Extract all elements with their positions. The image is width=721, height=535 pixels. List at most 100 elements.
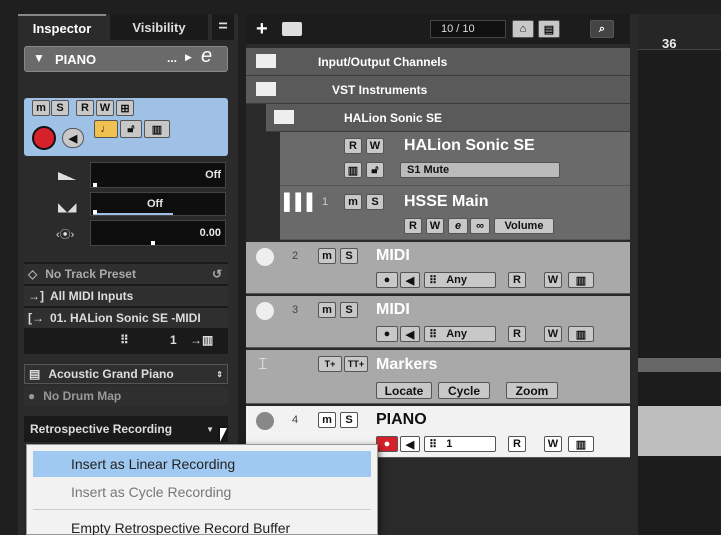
midi-output-row[interactable]: [→ 01. HALion Sonic SE -MIDI (24, 308, 228, 328)
tab-visibility[interactable]: Visibility (110, 14, 208, 40)
midi-channel-row[interactable]: ⠿ 1 →▥ (24, 330, 228, 350)
menu-insert-linear[interactable]: Insert as Linear Recording (33, 451, 371, 477)
ruler[interactable] (638, 14, 721, 50)
retrospective-menu: Insert as Linear Recording Insert as Cyc… (26, 444, 378, 535)
volume-value: Off (205, 169, 221, 181)
track-markers[interactable]: ⌶ T+ TT+ Markers Locate Cycle Zoom (246, 350, 630, 404)
piano-write-button[interactable]: W (544, 436, 562, 452)
hsse-link-icon[interactable]: ∞ (470, 218, 490, 234)
lock-icon[interactable]: 🔓︎ (120, 120, 142, 138)
mute-button[interactable]: m (32, 100, 50, 116)
reset-icon[interactable]: ↺ (212, 267, 222, 281)
midi3-mute-button[interactable]: m (318, 302, 336, 318)
midi2-number: 2 (292, 250, 299, 262)
track-halion-instrument[interactable]: R W HALion Sonic SE ▥ 🔓︎ S1 Mute (280, 132, 630, 186)
midi2-read-button[interactable]: R (508, 272, 526, 288)
midi2-solo-button[interactable]: S (340, 248, 358, 264)
halion-lock-button[interactable]: 🔓︎ (366, 162, 384, 178)
list-icon[interactable]: ▤ (538, 20, 560, 38)
piano-read-button[interactable]: R (508, 436, 526, 452)
inspector-track-header[interactable]: ▼ PIANO ... ▶ e (24, 45, 228, 72)
event-display[interactable]: 36 (638, 14, 721, 535)
piano-lanes-button[interactable]: ▥ (568, 436, 594, 452)
midi-port-icon (256, 248, 274, 266)
piano-solo-button[interactable]: S (340, 412, 358, 428)
piano-channel-field[interactable]: ⠿ 1 (424, 436, 496, 452)
channel-grid-icon: ⠿ (120, 333, 129, 347)
folder-io-channels[interactable]: Input/Output Channels (246, 48, 630, 76)
delay-icon: ‹⦿› (56, 229, 75, 241)
piano-mute-button[interactable]: m (318, 412, 336, 428)
retrospective-recording-dropdown[interactable]: Retrospective Recording ▼ (24, 416, 228, 442)
edit-instrument-icon[interactable]: e (201, 45, 212, 68)
piano-monitor-button[interactable]: ◀ (400, 436, 420, 452)
track-preset-row[interactable]: ◇ No Track Preset ↺ (24, 264, 228, 284)
monitor-speaker-icon[interactable]: ◀ (62, 128, 84, 148)
tab-inspector[interactable]: Inspector (18, 14, 106, 40)
midi2-lanes-button[interactable]: ▥ (568, 272, 594, 288)
add-track-icon[interactable]: + (256, 18, 268, 41)
midi-input: All MIDI Inputs (50, 289, 134, 303)
lanes-icon[interactable]: ▥ (144, 120, 170, 138)
midi3-record-button[interactable]: ● (376, 326, 398, 342)
midi3-channel-field[interactable]: ⠿ Any (424, 326, 496, 342)
midi2-channel-field[interactable]: ⠿ Any (424, 272, 496, 288)
zoom-button[interactable]: Zoom (506, 382, 558, 399)
midi3-write-button[interactable]: W (544, 326, 562, 342)
edit-channel-icon[interactable]: →▥ (190, 333, 213, 347)
folder-halion[interactable]: HALion Sonic SE (266, 104, 630, 132)
halion-write-button[interactable]: W (366, 138, 384, 154)
add-folder-icon[interactable] (282, 22, 302, 36)
add-marker-button[interactable]: T+ (318, 356, 342, 372)
midi2-record-button[interactable]: ● (376, 272, 398, 288)
cycle-button[interactable]: Cycle (438, 382, 490, 399)
hsse-solo-button[interactable]: S (366, 194, 384, 210)
midi3-monitor-button[interactable]: ◀ (400, 326, 420, 342)
midi-input-row[interactable]: →] All MIDI Inputs (24, 286, 228, 306)
halion-read-button[interactable]: R (344, 138, 362, 154)
track-hsse-main[interactable]: ▌▌▌ 1 m S HSSE Main R W e ∞ Volume (280, 186, 630, 240)
track-counter: 10 / 10 (430, 20, 506, 38)
midi-port-icon-2 (256, 302, 274, 320)
halion-mute-field[interactable]: S1 Mute (400, 162, 560, 178)
hsse-mute-button[interactable]: m (344, 194, 362, 210)
hsse-edit-icon[interactable]: e (448, 218, 468, 234)
folder-vst-instruments[interactable]: VST Instruments (246, 76, 630, 104)
menu-insert-cycle[interactable]: Insert as Cycle Recording (33, 479, 371, 505)
midi2-write-button[interactable]: W (544, 272, 562, 288)
inspector-menu-icon[interactable]: = (212, 14, 234, 40)
program-stepper[interactable]: ⇕ (216, 370, 223, 379)
visibility-icon[interactable]: ⌂ (512, 20, 534, 38)
timebase-note-icon[interactable]: ♩ (94, 120, 118, 138)
hsse-volume-button[interactable]: Volume (494, 218, 554, 234)
pan-slider[interactable]: Off (90, 192, 226, 216)
write-button[interactable]: W (96, 100, 114, 116)
track-midi-3[interactable]: 3 m S MIDI ● ◀ ⠿ Any R W ▥ (246, 296, 630, 348)
halion-lanes-button[interactable]: ▥ (344, 162, 362, 178)
search-icon[interactable]: ⌕ (590, 20, 614, 38)
piano-record-button[interactable]: ● (376, 436, 398, 452)
piano-event[interactable] (638, 406, 721, 456)
midi2-monitor-button[interactable]: ◀ (400, 272, 420, 288)
hsse-write-button[interactable]: W (426, 218, 444, 234)
hsse-read-button[interactable]: R (404, 218, 422, 234)
more-button[interactable]: ... (167, 51, 177, 65)
add-cycle-marker-button[interactable]: TT+ (344, 356, 368, 372)
solo-button[interactable]: S (51, 100, 69, 116)
midi3-lanes-button[interactable]: ▥ (568, 326, 594, 342)
delay-slider[interactable]: 0.00 (90, 220, 226, 246)
drum-map-row[interactable]: ● No Drum Map (24, 386, 228, 406)
locate-button[interactable]: Locate (376, 382, 432, 399)
record-enable-button[interactable] (32, 126, 56, 150)
midi3-solo-button[interactable]: S (340, 302, 358, 318)
menu-empty-buffer[interactable]: Empty Retrospective Record Buffer (33, 515, 371, 535)
volume-slider[interactable]: Off (90, 162, 226, 188)
grid-icon[interactable]: ⊞ (116, 100, 134, 116)
program-row[interactable]: ▤ Acoustic Grand Piano ⇕ (24, 364, 228, 384)
collapse-icon[interactable]: ▼ (33, 51, 45, 65)
track-midi-2[interactable]: 2 m S MIDI ● ◀ ⠿ Any R W ▥ (246, 242, 630, 294)
read-button[interactable]: R (76, 100, 94, 116)
midi2-mute-button[interactable]: m (318, 248, 336, 264)
midi3-read-button[interactable]: R (508, 326, 526, 342)
output-icon: [→ (28, 311, 44, 325)
